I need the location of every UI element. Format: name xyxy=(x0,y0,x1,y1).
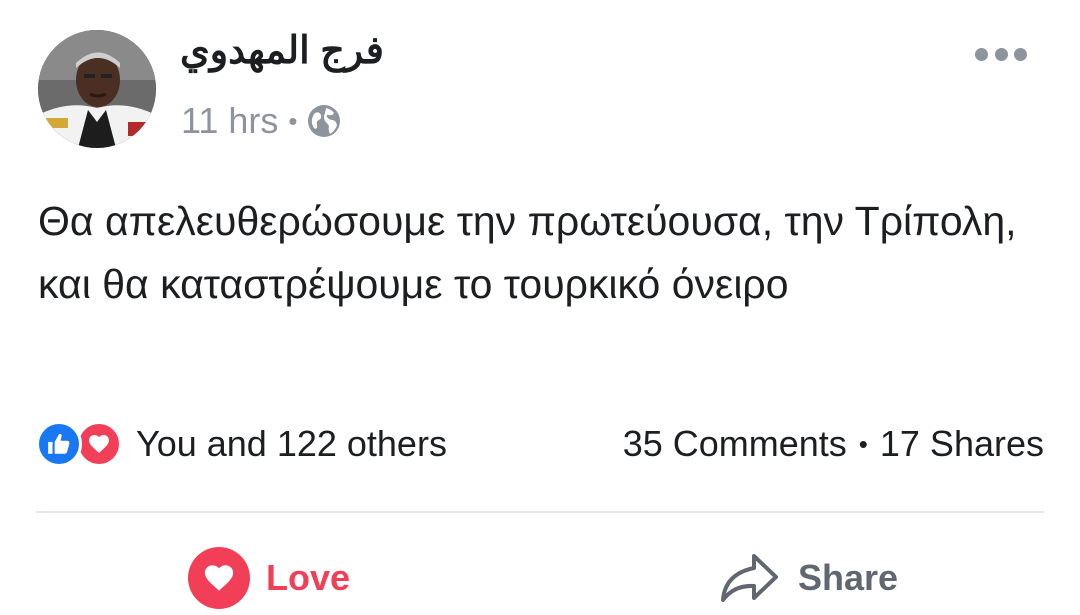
reactions-count: You and 122 others xyxy=(136,423,447,464)
post-time[interactable]: 11 hrs xyxy=(181,100,278,142)
post-stats: 35 Comments • 17 Shares xyxy=(623,420,1044,468)
love-button-label: Love xyxy=(266,557,351,598)
globe-icon xyxy=(307,105,340,137)
love-icon xyxy=(76,421,122,467)
share-arrow-icon xyxy=(721,554,778,602)
more-options-button[interactable] xyxy=(975,44,1027,64)
more-dots-icon xyxy=(1014,47,1027,61)
post-meta: 11 hrs • xyxy=(181,98,342,144)
more-dots-icon xyxy=(994,47,1008,61)
meta-separator: • xyxy=(288,105,298,136)
share-button[interactable]: Share xyxy=(718,548,898,608)
actions-divider xyxy=(36,511,1044,513)
shares-count[interactable]: 17 Shares xyxy=(880,423,1044,465)
more-dots-icon xyxy=(975,47,988,61)
avatar-photo xyxy=(38,30,156,148)
share-button-label: Share xyxy=(798,557,899,598)
like-icon xyxy=(36,421,82,467)
author-avatar[interactable] xyxy=(38,30,156,148)
post-text: Θα απελευθερώσουμε την πρωτεύουσα, την Τ… xyxy=(38,198,1017,307)
love-icon xyxy=(188,547,250,609)
love-button[interactable]: Love xyxy=(188,547,351,609)
post-card: فرج المهدوي 11 hrs • Θα απελευθερώσουμε … xyxy=(0,0,1080,615)
author-name[interactable]: فرج المهدوي xyxy=(180,28,384,73)
reactions-summary[interactable]: You and 122 others xyxy=(36,420,447,468)
stats-separator: • xyxy=(858,428,868,459)
comments-count[interactable]: 35 Comments xyxy=(623,423,847,465)
